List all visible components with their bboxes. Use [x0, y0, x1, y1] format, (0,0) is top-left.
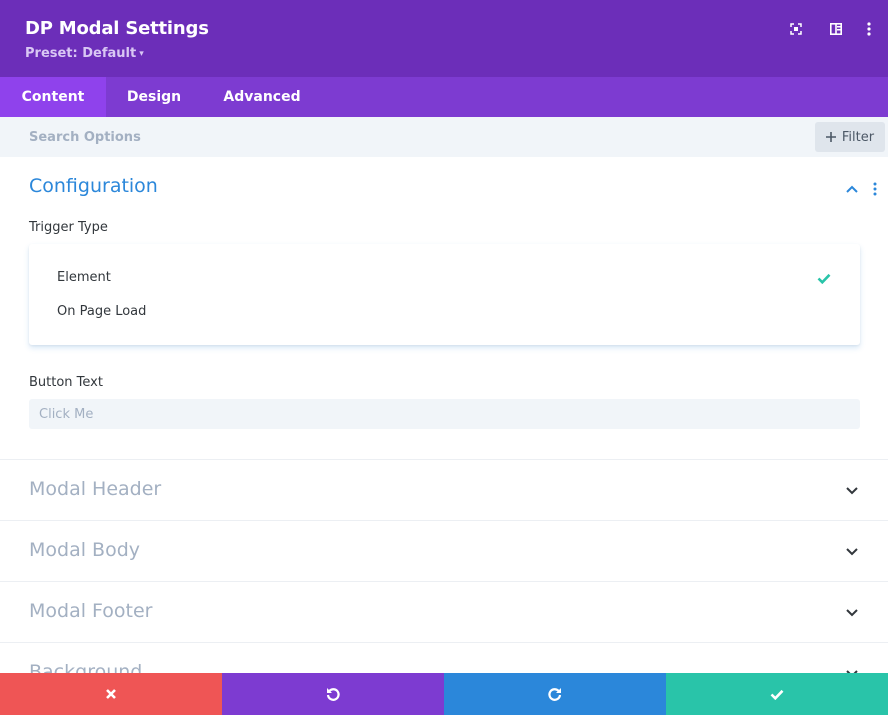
- divider: [0, 642, 888, 643]
- modal-title: DP Modal Settings: [25, 18, 209, 39]
- close-icon: [106, 689, 116, 699]
- undo-icon: [326, 688, 340, 701]
- section-title-configuration[interactable]: Configuration: [29, 175, 158, 197]
- redo-icon: [548, 688, 562, 701]
- section-menu-icon[interactable]: [866, 180, 884, 198]
- section-title-modal-footer[interactable]: Modal Footer: [29, 600, 153, 622]
- chevron-down-icon[interactable]: [843, 543, 861, 561]
- option-element[interactable]: Element: [57, 270, 111, 285]
- divider: [0, 459, 888, 460]
- section-title-modal-body[interactable]: Modal Body: [29, 539, 140, 561]
- option-on-page-load[interactable]: On Page Load: [57, 304, 146, 319]
- undo-button[interactable]: [222, 673, 444, 715]
- section-title-modal-header[interactable]: Modal Header: [29, 478, 161, 500]
- trigger-type-dropdown: Element On Page Load: [29, 244, 860, 345]
- divider: [0, 520, 888, 521]
- search-input[interactable]: [0, 117, 800, 157]
- chevron-up-icon[interactable]: [843, 180, 861, 198]
- save-button[interactable]: [666, 673, 888, 715]
- more-vertical-icon[interactable]: [859, 19, 879, 39]
- button-text-input[interactable]: [29, 399, 860, 429]
- check-icon: [770, 689, 784, 700]
- filter-label: Filter: [841, 129, 875, 145]
- action-footer: [0, 673, 888, 715]
- search-bar: [0, 117, 888, 157]
- trigger-type-label: Trigger Type: [29, 220, 108, 235]
- preset-label: Preset: Default: [25, 46, 137, 61]
- tab-content[interactable]: Content: [0, 77, 106, 117]
- modal-header-bar: DP Modal Settings Preset: Default ▾: [0, 0, 888, 77]
- tab-design[interactable]: Design: [106, 77, 202, 117]
- filter-button[interactable]: Filter: [815, 122, 885, 152]
- cancel-button[interactable]: [0, 673, 222, 715]
- split-view-icon[interactable]: [826, 19, 846, 39]
- tab-advanced[interactable]: Advanced: [202, 77, 322, 117]
- expand-icon[interactable]: [786, 19, 806, 39]
- check-icon: [817, 269, 831, 288]
- tab-bar: Content Design Advanced: [0, 77, 888, 117]
- button-text-label: Button Text: [29, 375, 103, 390]
- caret-down-icon: ▾: [139, 49, 144, 59]
- chevron-down-icon[interactable]: [843, 604, 861, 622]
- preset-selector[interactable]: Preset: Default ▾: [25, 46, 144, 61]
- divider: [0, 581, 888, 582]
- chevron-down-icon[interactable]: [843, 482, 861, 500]
- redo-button[interactable]: [444, 673, 666, 715]
- plus-icon: [825, 132, 836, 142]
